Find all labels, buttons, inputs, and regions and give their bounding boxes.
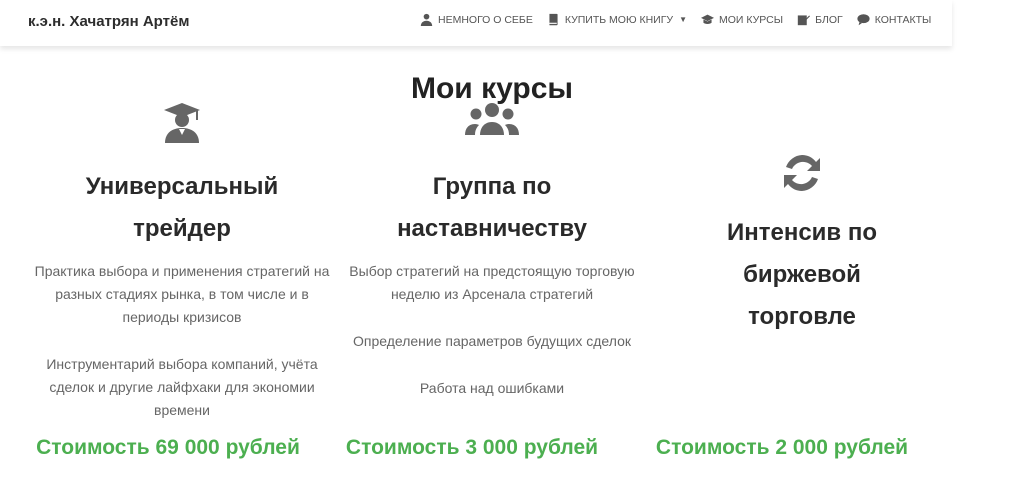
nav-item-courses[interactable]: Мои курсы — [701, 13, 783, 26]
chat-icon — [857, 14, 870, 26]
course-description-item: Практика выбора и применения стратегий н… — [34, 263, 330, 325]
course-description-item: Инструментарий выбора компаний, учёта сд… — [46, 356, 318, 418]
course-card-universal-trader: Универсальный трейдер Практика выбора и … — [32, 96, 332, 446]
course-title: Универсальный трейдер — [85, 173, 279, 242]
nav-item-label: Немного о себе — [438, 13, 533, 26]
graduation-cap-icon — [701, 14, 715, 24]
top-navbar: к.э.н. Хачатрян Артём Немного о себе Куп… — [0, 0, 952, 46]
course-card-mentoring-group: Группа по наставничеству Выбор стратегий… — [342, 96, 642, 424]
chevron-down-icon: ▼ — [679, 15, 688, 24]
users-icon — [465, 103, 519, 135]
course-price: Стоимость 3 000 рублей — [345, 436, 599, 459]
nav-item-about[interactable]: Немного о себе — [420, 13, 533, 26]
nav-item-label: Блог — [815, 13, 843, 26]
book-icon — [549, 13, 558, 26]
user-icon — [420, 13, 433, 26]
course-card-trading-intensive: Интенсив по биржевой торговле — [652, 148, 952, 338]
nav-item-label: Контакты — [874, 13, 932, 26]
course-title: Интенсив по биржевой торговле — [726, 219, 878, 330]
course-description: Практика выбора и применения стратегий н… — [32, 260, 332, 422]
course-description: Выбор стратегий на предстоящую торговую … — [342, 260, 642, 400]
sync-icon — [784, 155, 820, 191]
course-description-item: Определение параметров будущих сделок — [353, 333, 631, 349]
nav-item-label: Купить мою книгу — [564, 13, 674, 26]
main-nav: Немного о себе Купить мою книгу ▼ Мои ку… — [420, 13, 945, 26]
nav-item-blog[interactable]: Блог — [797, 13, 843, 26]
edit-icon — [797, 15, 811, 26]
nav-item-contacts[interactable]: Контакты — [857, 13, 932, 26]
nav-item-buy-book[interactable]: Купить мою книгу ▼ — [547, 13, 687, 26]
course-description-item: Выбор стратегий на предстоящую торговую … — [349, 263, 635, 302]
course-title: Группа по наставничеству — [397, 173, 587, 242]
course-price: Стоимость 2 000 рублей — [655, 436, 909, 459]
nav-item-label: Мои курсы — [719, 13, 784, 26]
course-price: Стоимость 69 000 рублей — [36, 436, 300, 459]
course-description-item: Работа над ошибками — [419, 380, 565, 396]
site-brand[interactable]: к.э.н. Хачатрян Артём — [28, 13, 189, 30]
graduate-icon — [164, 103, 200, 143]
